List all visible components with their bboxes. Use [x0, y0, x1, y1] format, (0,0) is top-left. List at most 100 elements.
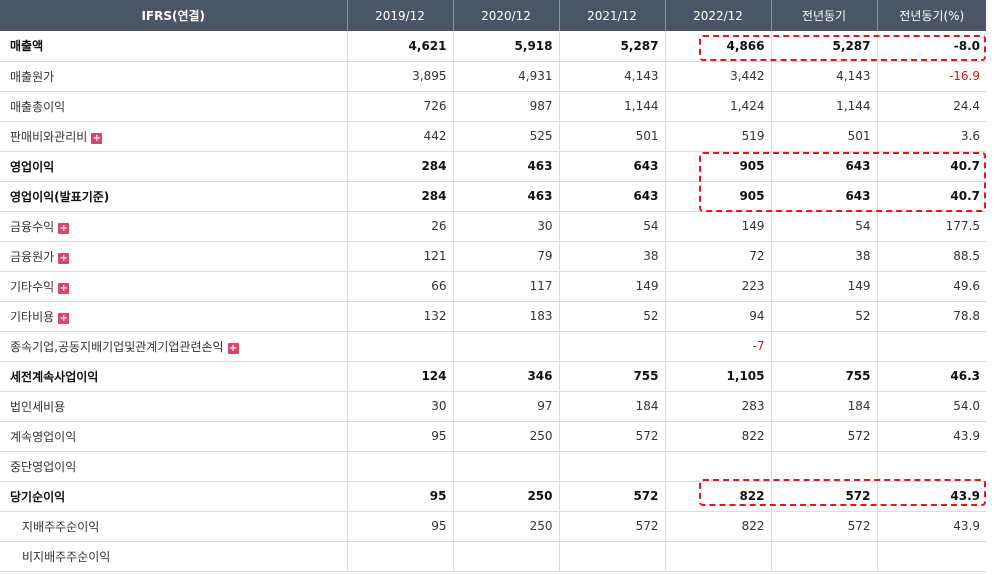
cell: 95 [347, 421, 454, 452]
cell: 149 [771, 271, 878, 302]
cell: 52 [559, 301, 666, 332]
cell: 905 [665, 150, 772, 182]
cell [665, 451, 772, 482]
cell: 40.7 [877, 150, 986, 182]
cell: 4,866 [665, 31, 772, 62]
cell: 149 [559, 271, 666, 302]
cell: 501 [771, 121, 878, 152]
cell: 223 [665, 271, 772, 302]
cell: 121 [347, 241, 454, 272]
cell: 643 [771, 150, 878, 182]
cell: 1,144 [771, 91, 878, 122]
cell [559, 451, 666, 482]
cell: 46.3 [877, 361, 986, 392]
cell: 572 [559, 421, 666, 452]
cell: 643 [559, 181, 666, 212]
cell: 43.9 [877, 511, 986, 542]
cell: 49.6 [877, 271, 986, 302]
cell: 40.7 [877, 181, 986, 212]
row-label: 비지배주주순이익 [0, 541, 348, 572]
cell: 38 [771, 241, 878, 272]
expand-plus-icon[interactable]: + [58, 252, 70, 264]
cell: 643 [771, 181, 878, 212]
cell: 1,105 [665, 361, 772, 392]
header-row: IFRS(연결) 2019/12 2020/12 2021/12 2022/12… [0, 0, 986, 31]
table-row-controlling-net-income: 지배주주순이익 95 250 572 822 572 43.9 [0, 511, 986, 542]
cell: 95 [347, 481, 454, 512]
cell: 3,442 [665, 61, 772, 92]
cell: 54 [771, 210, 878, 242]
expand-plus-icon[interactable]: + [58, 282, 70, 294]
cell: 519 [665, 121, 772, 152]
cell [877, 331, 986, 362]
cell: 755 [771, 361, 878, 392]
row-label: 금융수익 + [0, 210, 348, 242]
table-row-pretax-income: 세전계속사업이익 124 346 755 1,105 755 46.3 [0, 361, 986, 392]
cell [347, 451, 454, 482]
cell: 572 [771, 481, 878, 512]
cell: 4,143 [771, 61, 878, 92]
cell: 79 [453, 241, 560, 272]
cell: 97 [453, 391, 560, 422]
table-row-equity-method: 종속기업,공동지배기업및관계기업관련손익 + -7 [0, 331, 986, 362]
cell [877, 541, 986, 572]
expand-plus-icon[interactable]: + [91, 132, 103, 144]
cell: 183 [453, 301, 560, 332]
cell: 24.4 [877, 91, 986, 122]
row-label: 종속기업,공동지배기업및관계기업관련손익 + [0, 331, 348, 362]
cell: -16.9 [877, 61, 986, 92]
row-label: 세전계속사업이익 [0, 361, 348, 392]
header-col-prev-period-pct: 전년동기(%) [877, 0, 986, 31]
cell [453, 451, 560, 482]
cell: -8.0 [877, 31, 986, 62]
row-label: 영업이익 [0, 150, 348, 182]
cell [771, 451, 878, 482]
cell [559, 541, 666, 572]
cell: 38 [559, 241, 666, 272]
row-label: 계속영업이익 [0, 421, 348, 452]
row-label: 지배주주순이익 [0, 511, 348, 542]
cell: 1,424 [665, 91, 772, 122]
table-row-other-income: 기타수익 + 66 117 149 223 149 49.6 [0, 271, 986, 302]
table-row-continuing-income: 계속영업이익 95 250 572 822 572 43.9 [0, 421, 986, 452]
table-row-net-income: 당기순이익 95 250 572 822 572 43.9 [0, 481, 986, 512]
cell: 95 [347, 511, 454, 542]
cell: 4,621 [347, 31, 454, 62]
row-label: 법인세비용 [0, 391, 348, 422]
cell: 30 [453, 210, 560, 242]
cell [771, 331, 878, 362]
cell: 149 [665, 210, 772, 242]
cell: 822 [665, 511, 772, 542]
table-row-noncontrolling-net-income: 비지배주주순이익 [0, 541, 986, 572]
table-row-operating-income: 영업이익 284 463 643 905 643 40.7 [0, 150, 986, 182]
cell [347, 541, 454, 572]
cell: 643 [559, 150, 666, 182]
cell: 442 [347, 121, 454, 152]
cell: 5,918 [453, 31, 560, 62]
cell: 117 [453, 271, 560, 302]
cell: 124 [347, 361, 454, 392]
row-label: 기타수익 + [0, 271, 348, 302]
header-col-2019: 2019/12 [347, 0, 454, 31]
cell: 72 [665, 241, 772, 272]
cell: 283 [665, 391, 772, 422]
cell: 5,287 [559, 31, 666, 62]
cell: 88.5 [877, 241, 986, 272]
cell: 250 [453, 481, 560, 512]
cell [347, 331, 454, 362]
cell: 905 [665, 181, 772, 212]
expand-plus-icon[interactable]: + [58, 222, 70, 234]
expand-plus-icon[interactable]: + [227, 342, 239, 354]
row-label: 기타비용 + [0, 301, 348, 332]
expand-plus-icon[interactable]: + [58, 312, 70, 324]
cell: 30 [347, 391, 454, 422]
row-label: 중단영업이익 [0, 451, 348, 482]
table-row-financial-income: 금융수익 + 26 30 54 149 54 177.5 [0, 210, 986, 242]
cell: 822 [665, 421, 772, 452]
cell: 3.6 [877, 121, 986, 152]
cell: 284 [347, 181, 454, 212]
cell: 54 [559, 210, 666, 242]
cell: 525 [453, 121, 560, 152]
table-row-cost-of-sales: 매출원가 3,895 4,931 4,143 3,442 4,143 -16.9 [0, 61, 986, 92]
table-row-other-expense: 기타비용 + 132 183 52 94 52 78.8 [0, 301, 986, 332]
